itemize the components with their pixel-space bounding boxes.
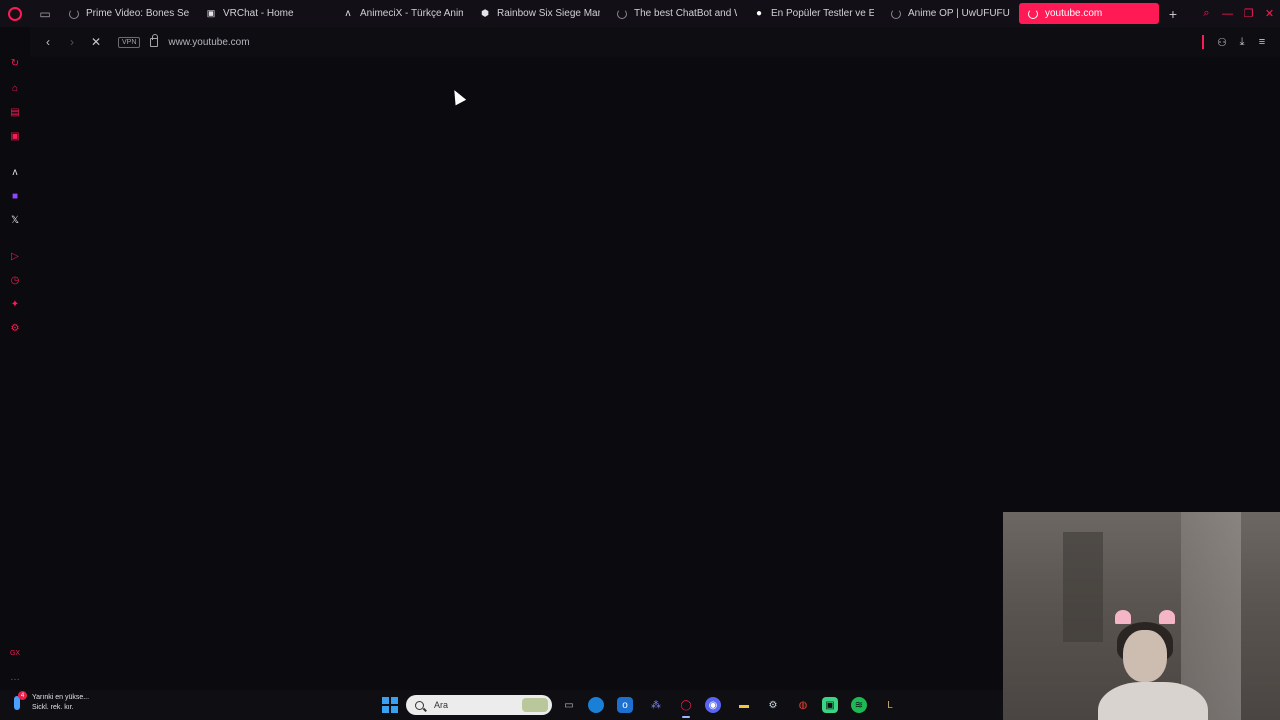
player-icon[interactable]: ▷ [7,248,23,264]
tab-title: Prime Video: Bones Sea [86,8,189,19]
file-explorer-icon[interactable]: ▬ [734,695,754,715]
loading-spinner-icon [1027,8,1039,20]
x-twitter-icon[interactable]: 𝕏 [7,212,23,228]
tab-title: Anime OP | UwUFUFU [908,8,1010,19]
weather-widget[interactable]: 4 Yarınki en yükse... Sickl. rek. kır. [10,691,90,713]
taskbar-search[interactable]: Ara [406,695,552,715]
cat-ear-right [1159,610,1175,624]
gx-corner-icon[interactable]: ⌂ [7,80,23,96]
league-of-legends-icon[interactable]: L [880,695,900,715]
notification-badge: 4 [18,691,27,700]
history-icon[interactable]: ◷ [7,272,23,288]
back-button[interactable]: ‹ [38,32,58,52]
tab-title: The best ChatBot and W [634,8,737,19]
twitch-icon[interactable]: ■ [7,188,23,204]
webcam-person-face [1123,630,1167,682]
new-tab-button[interactable]: + [1165,6,1181,22]
extensions-icon[interactable]: ✦ [7,296,23,312]
tab-islands-icon[interactable]: ▭ [30,0,60,27]
gx-control-icon[interactable]: ↻ [7,55,23,71]
tab-animecix[interactable]: ʌ AnimeciX - Türkçe Anim [334,3,471,24]
tab-title: En Popüler Testler ve Eğ [771,8,874,19]
animecix-icon: ʌ [345,8,351,19]
weather-line-2: Sickl. rek. kır. [32,704,74,711]
chat-bubble-icon: ● [755,8,763,19]
vpn-badge[interactable]: VPN [118,36,141,48]
windows-start-icon[interactable] [382,697,398,713]
windows-taskbar: 4 Yarınki en yükse... Sickl. rek. kır. A… [0,690,1003,720]
restore-button[interactable]: ❐ [1238,0,1259,27]
thermometer-icon: 4 [10,691,27,713]
discord-icon[interactable]: ◉ [705,697,721,713]
tab-vrchat[interactable]: ▣ VRChat - Home [197,3,334,24]
mouse-cursor-icon [449,87,467,106]
tab-youtube[interactable]: youtube.com [1019,3,1159,24]
profile-icon[interactable]: ⚇ [1212,32,1232,52]
cat-ear-left [1115,610,1131,624]
address-bar: ‹ › ✕ VPN www.youtube.com ⚇ ⤓ ≡ [30,27,1280,57]
tab-strip: ▭ Prime Video: Bones Sea ▣ VRChat - Home… [0,0,1280,27]
more-icon[interactable]: … [7,669,23,685]
gx-hot-tabs-icon[interactable]: ▤ [7,104,23,120]
minimize-button[interactable]: — [1217,0,1238,27]
opera-gx-logo-icon[interactable] [0,0,30,27]
weather-line-1: Yarınki en yükse... [32,694,90,701]
tab-prime-video[interactable]: Prime Video: Bones Sea [60,3,197,24]
forward-button[interactable]: › [62,32,82,52]
window-controls: ⌕ — ❐ ✕ [1196,0,1280,27]
sidebar: ↻ ⌂ ▤ ▣ ʌ ■ 𝕏 ▷ ◷ ✦ ⚙ GX … [0,27,30,690]
menu-icon[interactable]: ≡ [1252,32,1272,52]
tab-uwufufu[interactable]: Anime OP | UwUFUFU [882,3,1019,24]
outlook-icon[interactable]: o [617,697,633,713]
loading-indicator [1202,35,1204,49]
webcam-overlay [1003,512,1280,720]
teams-icon[interactable]: ⁂ [646,695,666,715]
task-view-icon[interactable]: ▭ [559,695,579,715]
animecix-sidebar-icon[interactable]: ʌ [7,164,23,180]
tab-rainbow-six[interactable]: ⬢ Rainbow Six Siege Mark [471,3,608,24]
gx-label-icon[interactable]: GX [7,645,23,661]
tab-title: Rainbow Six Siege Mark [497,8,600,19]
settings-icon[interactable]: ⚙ [7,320,23,336]
vrchat-icon: ▣ [206,8,216,18]
download-icon[interactable]: ⤓ [1232,32,1252,52]
tab-title: AnimeciX - Türkçe Anim [360,8,463,19]
spotify-icon[interactable]: ≋ [851,697,867,713]
chrome-icon[interactable]: ◍ [793,695,813,715]
app-green-icon[interactable]: ▣ [822,697,838,713]
address-bar-actions: ⚇ ⤓ ≡ [1202,27,1272,57]
webcam-person [1093,610,1213,720]
stop-loading-button[interactable]: ✕ [86,32,106,52]
search-highlight-icon [522,698,548,712]
tab-title: VRChat - Home [223,8,294,19]
search-placeholder: Ara [434,700,449,710]
edge-icon[interactable] [588,697,604,713]
search-tabs-icon[interactable]: ⌕ [1196,0,1217,27]
lock-icon[interactable] [150,33,159,47]
url-field[interactable]: www.youtube.com [168,37,249,48]
steam-icon[interactable]: ⚙ [763,695,783,715]
loading-spinner-icon [616,8,628,20]
loading-spinner-icon [68,8,80,20]
webcam-person-body [1098,682,1208,720]
loading-spinner-icon [890,8,902,20]
tab-chatbot[interactable]: The best ChatBot and W [608,3,745,24]
tab-title: youtube.com [1045,8,1103,19]
opera-gx-taskbar-icon[interactable]: ◯ [676,695,696,718]
tab-en-populer[interactable]: ● En Popüler Testler ve Eğ [745,3,882,24]
close-button[interactable]: ✕ [1259,0,1280,27]
gx-mods-icon[interactable]: ▣ [7,128,23,144]
tabs-container: Prime Video: Bones Sea ▣ VRChat - Home ʌ… [60,0,1181,27]
search-icon [415,700,424,710]
r6-icon: ⬢ [481,8,489,18]
